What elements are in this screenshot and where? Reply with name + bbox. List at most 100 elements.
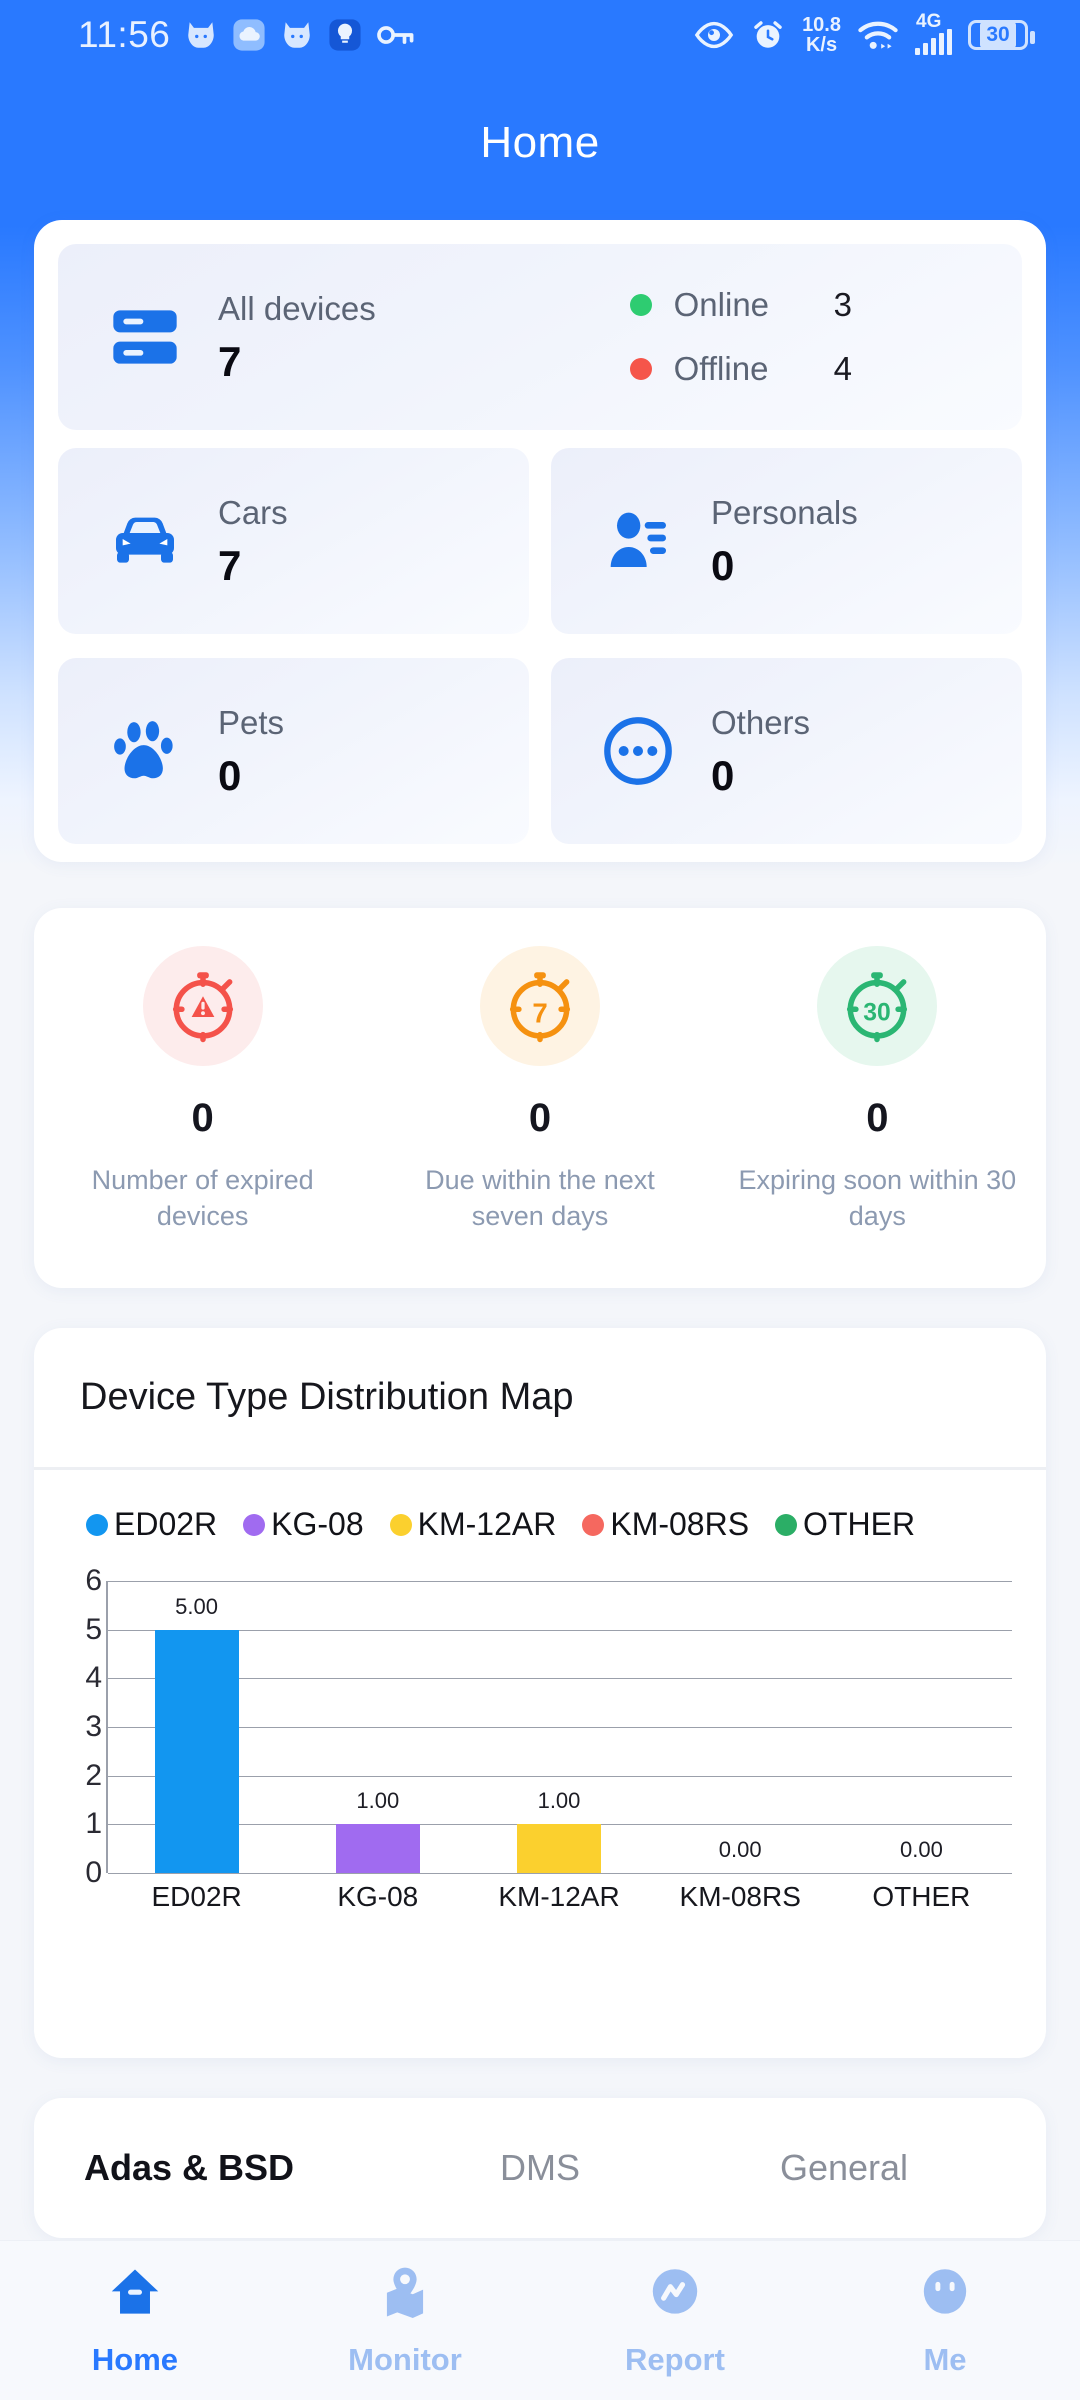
- expiry-item-seven-days[interactable]: 7 0 Due within the next seven days: [371, 946, 708, 1234]
- report-section-card: Adas & BSD DMS General: [34, 2098, 1046, 2238]
- legend-item[interactable]: KM-08RS: [582, 1506, 749, 1543]
- chart-bar-value-label: 5.00: [175, 1593, 219, 1619]
- status-bar: 11:56 10.8 K/s 4G 30: [0, 0, 1080, 70]
- battery-icon: 30: [968, 20, 1035, 50]
- segment-tab-adas-bsd[interactable]: Adas & BSD: [84, 2147, 388, 2189]
- thirty-days-count: 0: [866, 1096, 889, 1140]
- ellipsis-circle-icon: [595, 708, 681, 794]
- expiry-item-expired[interactable]: 0 Number of expired devices: [34, 946, 371, 1234]
- chart-plot-area: 0 1 2 3 4 5 6 5.00 1.00 1.00 0.00 0.00 ED02R KG-08 K…: [34, 1564, 1046, 1913]
- expiry-grid: 0 Number of expired devices 7 0 Due with…: [34, 908, 1046, 1234]
- legend-item[interactable]: OTHER: [775, 1506, 915, 1543]
- offline-label: Offline: [673, 350, 769, 387]
- others-value: 0: [711, 752, 735, 800]
- category-tile-pets[interactable]: Pets 0: [58, 658, 529, 844]
- svg-text:30: 30: [864, 999, 891, 1026]
- status-row-online: Online 3: [629, 273, 852, 337]
- status-row-offline: Offline 4: [629, 337, 852, 401]
- legend-color-dot: [86, 1513, 108, 1536]
- alarm-clock-icon: [750, 18, 786, 52]
- expiry-item-thirty-days[interactable]: 30 0 Expiring soon within 30 days: [709, 946, 1046, 1234]
- chart-bar[interactable]: [335, 1824, 420, 1873]
- chart-bar-value-label: 1.00: [356, 1788, 400, 1814]
- cat-icon: [184, 18, 218, 52]
- category-tile-cars[interactable]: Cars 7: [58, 448, 529, 634]
- status-bar-left: 11:56: [78, 14, 416, 56]
- category-row-1: Cars 7 Personals 0: [58, 448, 1022, 634]
- devices-summary-card: All devices 7 Online 3 Offline 4 Cars 7 …: [34, 220, 1046, 862]
- personals-label: Personals: [711, 493, 858, 531]
- others-text: Others 0: [711, 703, 811, 800]
- seven-days-count: 0: [528, 1096, 552, 1140]
- app-screen: 11:56 10.8 K/s 4G 30 Home All devices 7 …: [0, 0, 1080, 2400]
- chart-bar-value-label: 0.00: [899, 1837, 943, 1862]
- chart-bar-column[interactable]: 0.00: [831, 1581, 1012, 1873]
- status-bar-right: 10.8 K/s 4G 30: [694, 12, 1035, 55]
- chart-bar-column[interactable]: 5.00: [106, 1581, 287, 1873]
- stopwatch-alert-icon: [142, 946, 263, 1066]
- battery-level-label: 30: [980, 22, 1016, 48]
- offline-status-dot: [629, 358, 652, 380]
- y-axis-tick: 5: [85, 1612, 102, 1646]
- x-axis-label: KG-08: [337, 1881, 419, 1912]
- category-tile-others[interactable]: Others 0: [551, 658, 1022, 844]
- legend-item[interactable]: KG-08: [243, 1506, 364, 1543]
- chart-bar-column[interactable]: 1.00: [287, 1581, 468, 1873]
- x-axis-label: OTHER: [872, 1881, 971, 1912]
- nav-item-home[interactable]: Home: [0, 2263, 270, 2378]
- y-axis-tick: 0: [85, 1856, 102, 1889]
- chart-bars: 5.00 1.00 1.00 0.00 0.00: [106, 1581, 1012, 1873]
- network-speed-value: 10.8: [802, 14, 841, 36]
- nav-item-report[interactable]: Report: [540, 2263, 810, 2378]
- all-devices-tile[interactable]: All devices 7 Online 3 Offline 4: [58, 244, 1022, 430]
- nav-label-report: Report: [625, 2342, 725, 2377]
- y-axis-tick: 1: [85, 1807, 102, 1841]
- chart-bar-value-label: 0.00: [718, 1837, 762, 1862]
- legend-color-dot: [582, 1513, 605, 1536]
- paw-icon: [102, 708, 188, 794]
- category-row-2: Pets 0 Others 0: [58, 658, 1022, 844]
- bottom-navigation-bar: Home Monitor Report Me: [0, 2240, 1080, 2400]
- bulb-icon: [328, 18, 362, 52]
- chart-bar-value-label: 1.00: [537, 1788, 581, 1814]
- pets-label: Pets: [218, 703, 285, 741]
- car-icon: [102, 498, 188, 584]
- segment-tab-general[interactable]: General: [692, 2147, 996, 2189]
- legend-item[interactable]: ED02R: [86, 1506, 217, 1543]
- person-list-icon: [595, 498, 681, 584]
- y-axis-tick: 4: [85, 1661, 102, 1695]
- nav-item-me[interactable]: Me: [810, 2263, 1080, 2378]
- chart-bar-column[interactable]: 1.00: [468, 1581, 649, 1873]
- device-type-chart-card: Device Type Distribution Map ED02R KG-08 K…: [34, 1328, 1046, 2058]
- device-status-list: Online 3 Offline 4: [629, 273, 852, 401]
- nav-label-home: Home: [91, 2342, 179, 2377]
- legend-label: KM-08RS: [610, 1506, 750, 1542]
- all-devices-label: All devices: [218, 289, 376, 327]
- server-stack-icon: [102, 294, 188, 380]
- online-count: 3: [833, 286, 852, 323]
- personals-value: 0: [711, 542, 735, 590]
- nav-item-monitor[interactable]: Monitor: [270, 2263, 540, 2378]
- expired-count: 0: [191, 1096, 214, 1140]
- chart-bar[interactable]: [517, 1824, 601, 1873]
- home-icon: [104, 2263, 166, 2330]
- segment-tab-dms[interactable]: DMS: [388, 2147, 692, 2189]
- online-label: Online: [673, 286, 770, 323]
- others-label: Others: [711, 703, 811, 741]
- chart-bar[interactable]: [154, 1629, 239, 1873]
- legend-color-dot: [775, 1513, 798, 1536]
- category-tile-personals[interactable]: Personals 0: [551, 448, 1022, 634]
- y-axis-tick: 6: [85, 1564, 102, 1597]
- chart-bar-column[interactable]: 0.00: [650, 1581, 831, 1873]
- seven-days-caption: Due within the next seven days: [425, 1165, 655, 1231]
- axis-baseline: [108, 1873, 1012, 1874]
- face-icon: [914, 2263, 976, 2330]
- legend-item[interactable]: KM-12AR: [389, 1506, 556, 1543]
- chart-x-axis-labels: ED02R KG-08 KM-12AR KM-08RS OTHER: [106, 1881, 1012, 1913]
- legend-color-dot: [243, 1513, 266, 1536]
- nav-label-monitor: Monitor: [348, 2342, 462, 2377]
- eye-icon: [694, 20, 734, 50]
- chart-legend: ED02R KG-08 KM-12AR KM-08RS OTHER: [34, 1470, 1046, 1543]
- stopwatch-30-icon: 30: [817, 946, 938, 1066]
- thirty-days-caption: Expiring soon within 30 days: [738, 1165, 1017, 1231]
